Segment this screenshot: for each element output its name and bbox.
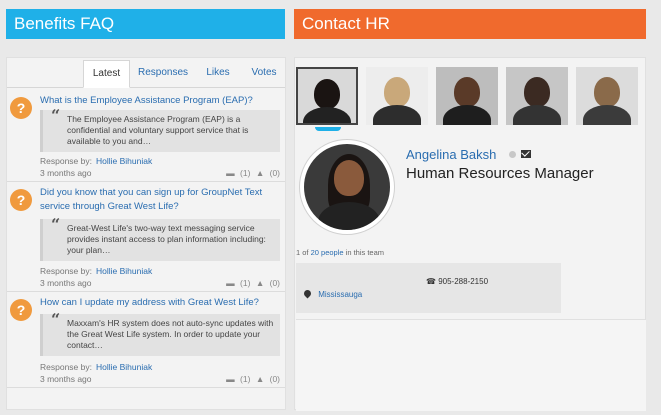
empty-panel-area (296, 319, 646, 411)
vote-count: (0) (269, 168, 280, 178)
team-count: 1 of 20 people in this team (296, 248, 384, 257)
thumbs-up-icon[interactable]: ▲ (256, 278, 264, 288)
tab-likes[interactable]: Likes (196, 60, 240, 88)
location-link[interactable]: Mississauga (318, 290, 362, 299)
thumbs-up-icon[interactable]: ▲ (256, 168, 264, 178)
faq-question-link[interactable]: What is the Employee Assistance Program … (40, 94, 280, 108)
location: Mississauga (302, 288, 362, 299)
benefits-faq-panel: Latest Responses Likes Votes ? What is t… (6, 57, 286, 410)
faq-votes: ▬ (1) ▲ (0) (223, 278, 280, 288)
response-label: Response by: (40, 156, 92, 166)
team-thumbnails (296, 67, 648, 125)
response-label: Response by: (40, 266, 92, 276)
faq-answer: “ The Employee Assistance Program (EAP) … (40, 106, 280, 152)
phone-number: 905-288-2150 (438, 277, 489, 286)
contact-hr-header: Contact HR (294, 9, 646, 39)
location-pin-icon (302, 288, 313, 299)
faq-response: Response by: Hollie Bihuniak (40, 156, 152, 166)
faq-votes: ▬ (1) ▲ (0) (223, 168, 280, 178)
faq-item: ? Did you know that you can sign up for … (7, 186, 285, 292)
profile-photo (300, 140, 394, 234)
question-icon: ? (10, 189, 32, 211)
vote-count: (0) (269, 374, 280, 384)
thumbs-up-icon[interactable]: ▲ (256, 374, 264, 384)
thumbs-down-icon[interactable]: ▬ (226, 168, 235, 178)
job-title: Human Resources Manager (406, 165, 594, 182)
faq-question-link[interactable]: How can I update my address with Great W… (40, 296, 280, 310)
tab-responses[interactable]: Responses (134, 60, 192, 88)
response-label: Response by: (40, 362, 92, 372)
faq-answer-text: Great-West Life's two-way text messaging… (67, 223, 266, 255)
thumbs-down-icon[interactable]: ▬ (226, 374, 235, 384)
mail-icon[interactable] (521, 150, 531, 158)
team-member-thumbnail[interactable] (576, 67, 638, 125)
count-suffix: in this team (345, 248, 385, 257)
faq-tabs: Latest Responses Likes Votes (7, 58, 285, 88)
thumbs-down-icon[interactable]: ▬ (226, 278, 235, 288)
faq-time: 3 months ago (40, 374, 92, 384)
vote-count: (0) (269, 278, 280, 288)
faq-response: Response by: Hollie Bihuniak (40, 266, 152, 276)
faq-question-link[interactable]: Did you know that you can sign up for Gr… (40, 186, 280, 214)
tab-latest[interactable]: Latest (83, 60, 130, 88)
team-member-thumbnail[interactable] (436, 67, 498, 125)
tab-votes[interactable]: Votes (244, 60, 284, 88)
faq-answer: “ Great-West Life's two-way text messagi… (40, 215, 280, 261)
responder-link[interactable]: Hollie Bihuniak (96, 156, 152, 166)
faq-response: Response by: Hollie Bihuniak (40, 362, 152, 372)
contact-details: ☎ 905-288-2150 Mississauga (296, 263, 561, 313)
question-icon: ? (10, 97, 32, 119)
team-people-link[interactable]: 20 people (311, 248, 344, 257)
quote-icon: “ (51, 310, 61, 329)
responder-link[interactable]: Hollie Bihuniak (96, 362, 152, 372)
vote-count: (1) (240, 374, 251, 384)
faq-time: 3 months ago (40, 278, 92, 288)
benefits-faq-header: Benefits FAQ (6, 9, 285, 39)
faq-item: ? How can I update my address with Great… (7, 296, 285, 388)
quote-icon: “ (51, 215, 61, 234)
selected-indicator (315, 127, 341, 131)
quote-icon: “ (51, 106, 61, 125)
faq-item: ? What is the Employee Assistance Progra… (7, 94, 285, 182)
question-icon: ? (10, 299, 32, 321)
phone: ☎ 905-288-2150 (426, 277, 488, 286)
responder-link[interactable]: Hollie Bihuniak (96, 266, 152, 276)
faq-answer: “ Maxxam's HR system does not auto-sync … (40, 310, 280, 356)
profile-name-link[interactable]: Angelina Baksh (406, 147, 496, 162)
team-member-thumbnail[interactable] (296, 67, 358, 125)
faq-time: 3 months ago (40, 168, 92, 178)
faq-answer-text: The Employee Assistance Program (EAP) is… (67, 114, 249, 146)
faq-votes: ▬ (1) ▲ (0) (223, 374, 280, 384)
vote-count: (1) (240, 278, 251, 288)
count-prefix: 1 of (296, 248, 309, 257)
team-member-thumbnail[interactable] (506, 67, 568, 125)
contact-hr-panel: Angelina Baksh Human Resources Manager 1… (294, 57, 648, 411)
presence-status-icon (509, 151, 516, 158)
team-member-thumbnail[interactable] (366, 67, 428, 125)
phone-icon: ☎ (426, 277, 436, 286)
vote-count: (1) (240, 168, 251, 178)
faq-answer-text: Maxxam's HR system does not auto-sync up… (67, 318, 274, 350)
